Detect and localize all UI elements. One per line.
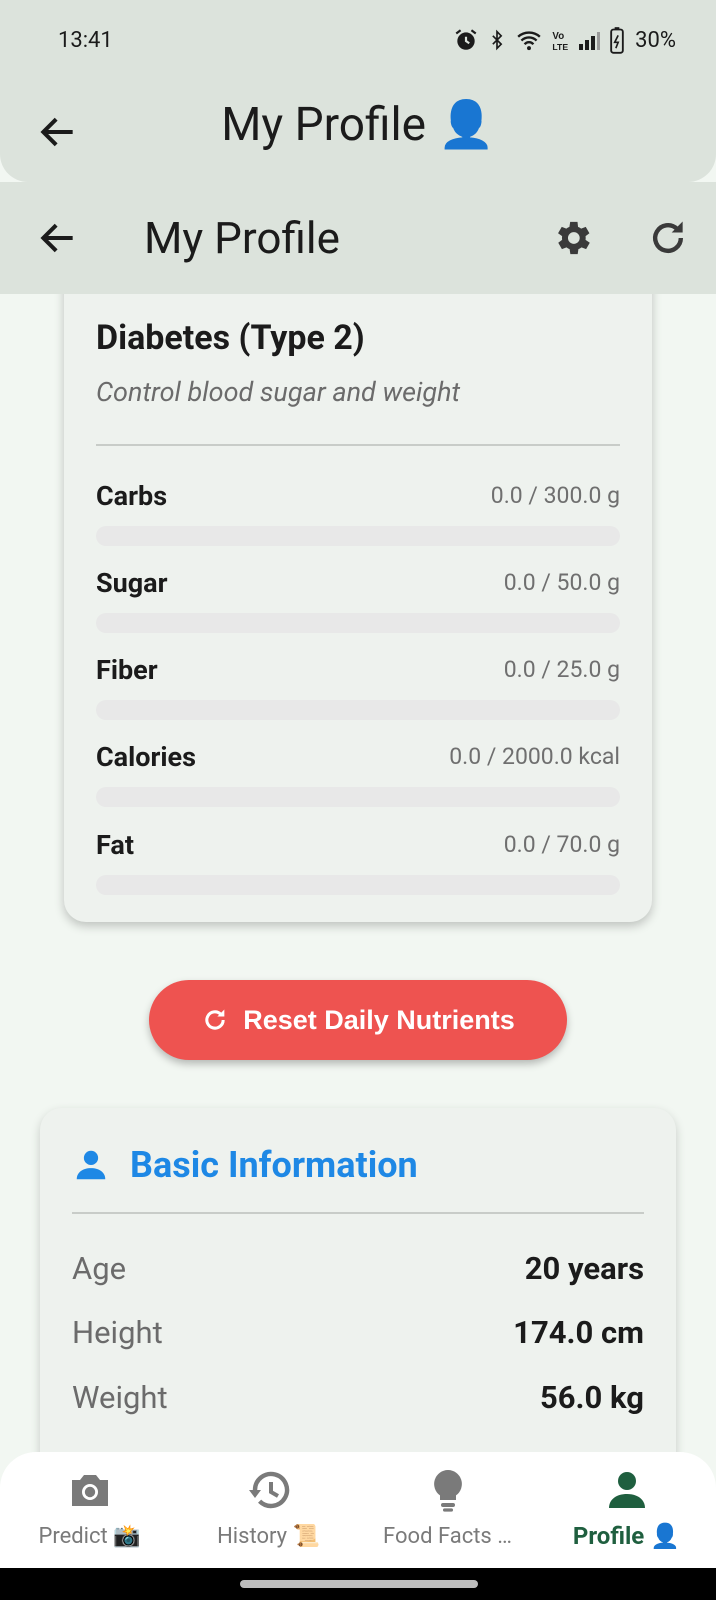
alarm-icon — [455, 29, 477, 50]
system-gesture-area — [0, 1568, 716, 1600]
nutrient-row-fat: Fat 0.0 / 70.0 g — [96, 829, 620, 909]
info-row-age: Age 20 years — [72, 1250, 644, 1300]
nutrient-name: Fiber — [96, 654, 158, 686]
nav-item-predict[interactable]: Predict 📸 — [0, 1452, 179, 1568]
nutrient-progress-bar — [96, 700, 620, 720]
outer-title-text: My Profile — [221, 98, 427, 152]
nav-label: Profile 👤 — [572, 1522, 681, 1550]
reset-daily-nutrients-button[interactable]: Reset Daily Nutrients — [149, 980, 567, 1060]
info-label: Height — [72, 1314, 163, 1351]
nutrient-name: Carbs — [96, 480, 168, 512]
outer-top-region: 13:41 Vo LTE 30% My Profile 👤 — [0, 0, 716, 182]
nutrient-name: Fat — [96, 829, 134, 861]
nav-item-history[interactable]: History 📜 — [179, 1452, 358, 1568]
inner-page-title: My Profile — [144, 212, 340, 264]
nav-label: Food Facts … — [383, 1524, 512, 1549]
nav-item-profile[interactable]: Profile 👤 — [537, 1452, 716, 1568]
status-time: 13:41 — [58, 28, 113, 53]
divider — [72, 1212, 644, 1214]
history-icon — [248, 1471, 289, 1509]
divider — [96, 444, 620, 446]
refresh-icon[interactable] — [646, 216, 690, 260]
nutrient-row-fiber: Fiber 0.0 / 25.0 g — [96, 654, 620, 734]
nutrient-row-calories: Calories 0.0 / 2000.0 kcal — [96, 741, 620, 821]
inner-back-arrow-icon[interactable] — [36, 216, 80, 260]
basic-info-header: Basic Information — [72, 1144, 418, 1186]
nutrient-value: 0.0 / 70.0 g — [503, 831, 620, 858]
home-gesture-pill[interactable] — [240, 1580, 478, 1588]
nutrient-progress-bar — [96, 875, 620, 895]
info-value: 56.0 kg — [539, 1379, 644, 1416]
nutrient-progress-bar — [96, 787, 620, 807]
outer-page-title: My Profile 👤 — [0, 98, 716, 152]
bluetooth-icon — [492, 29, 503, 51]
camera-icon — [71, 1475, 108, 1506]
info-row-weight: Weight 56.0 kg — [72, 1379, 644, 1429]
condition-title: Diabetes (Type 2) — [96, 318, 365, 358]
svg-text:Vo: Vo — [553, 31, 565, 42]
info-label: Age — [72, 1250, 127, 1287]
signal-icon — [579, 32, 601, 50]
nutrient-progress-bar — [96, 526, 620, 546]
refresh-icon — [205, 1009, 225, 1030]
outer-title-emoji: 👤 — [437, 98, 495, 152]
profile-content[interactable]: Diabetes (Type 2) Control blood sugar an… — [0, 294, 716, 1454]
person-icon — [608, 1472, 645, 1508]
nav-label: Predict 📸 — [38, 1524, 141, 1549]
nutrient-name: Sugar — [96, 567, 168, 599]
nutrient-row-carbs: Carbs 0.0 / 300.0 g — [96, 480, 620, 560]
nutrient-progress-bar — [96, 613, 620, 633]
nutrient-value: 0.0 / 300.0 g — [490, 482, 620, 509]
info-value: 174.0 cm — [513, 1314, 644, 1351]
lightbulb-icon — [433, 1470, 462, 1512]
nutrient-value: 0.0 / 2000.0 kcal — [449, 743, 620, 770]
inner-app-bar: My Profile — [0, 182, 716, 294]
info-label: Weight — [72, 1379, 168, 1416]
reset-button-label: Reset Daily Nutrients — [243, 1004, 515, 1035]
battery-percent: 30% — [635, 27, 676, 53]
settings-gear-icon[interactable] — [550, 216, 594, 260]
nav-label: History 📜 — [217, 1524, 320, 1549]
status-icons: Vo LTE 30% — [453, 26, 676, 54]
battery-icon — [610, 27, 624, 54]
nutrient-name: Calories — [96, 741, 196, 773]
bottom-navigation-bar: Predict 📸 History 📜 Food Facts … Profile… — [0, 1452, 716, 1568]
basic-info-title: Basic Information — [130, 1144, 418, 1186]
svg-text:LTE: LTE — [553, 42, 569, 52]
person-icon — [76, 1150, 106, 1180]
info-row-height: Height 174.0 cm — [72, 1314, 644, 1364]
nutrient-row-sugar: Sugar 0.0 / 50.0 g — [96, 567, 620, 647]
status-bar: 13:41 Vo LTE 30% — [0, 0, 716, 84]
outer-app-bar: My Profile 👤 — [0, 84, 716, 182]
basic-information-card: Basic Information Age 20 years Height 17… — [40, 1108, 676, 1454]
wifi-icon — [517, 31, 541, 51]
volte-icon: VoLTE — [553, 31, 569, 52]
nav-item-food-facts[interactable]: Food Facts … — [358, 1452, 537, 1568]
nutrient-value: 0.0 / 25.0 g — [503, 656, 620, 683]
info-value: 20 years — [524, 1250, 644, 1287]
condition-nutrient-card: Diabetes (Type 2) Control blood sugar an… — [64, 294, 652, 922]
condition-subtitle: Control blood sugar and weight — [96, 376, 461, 408]
nutrient-value: 0.0 / 50.0 g — [503, 569, 620, 596]
